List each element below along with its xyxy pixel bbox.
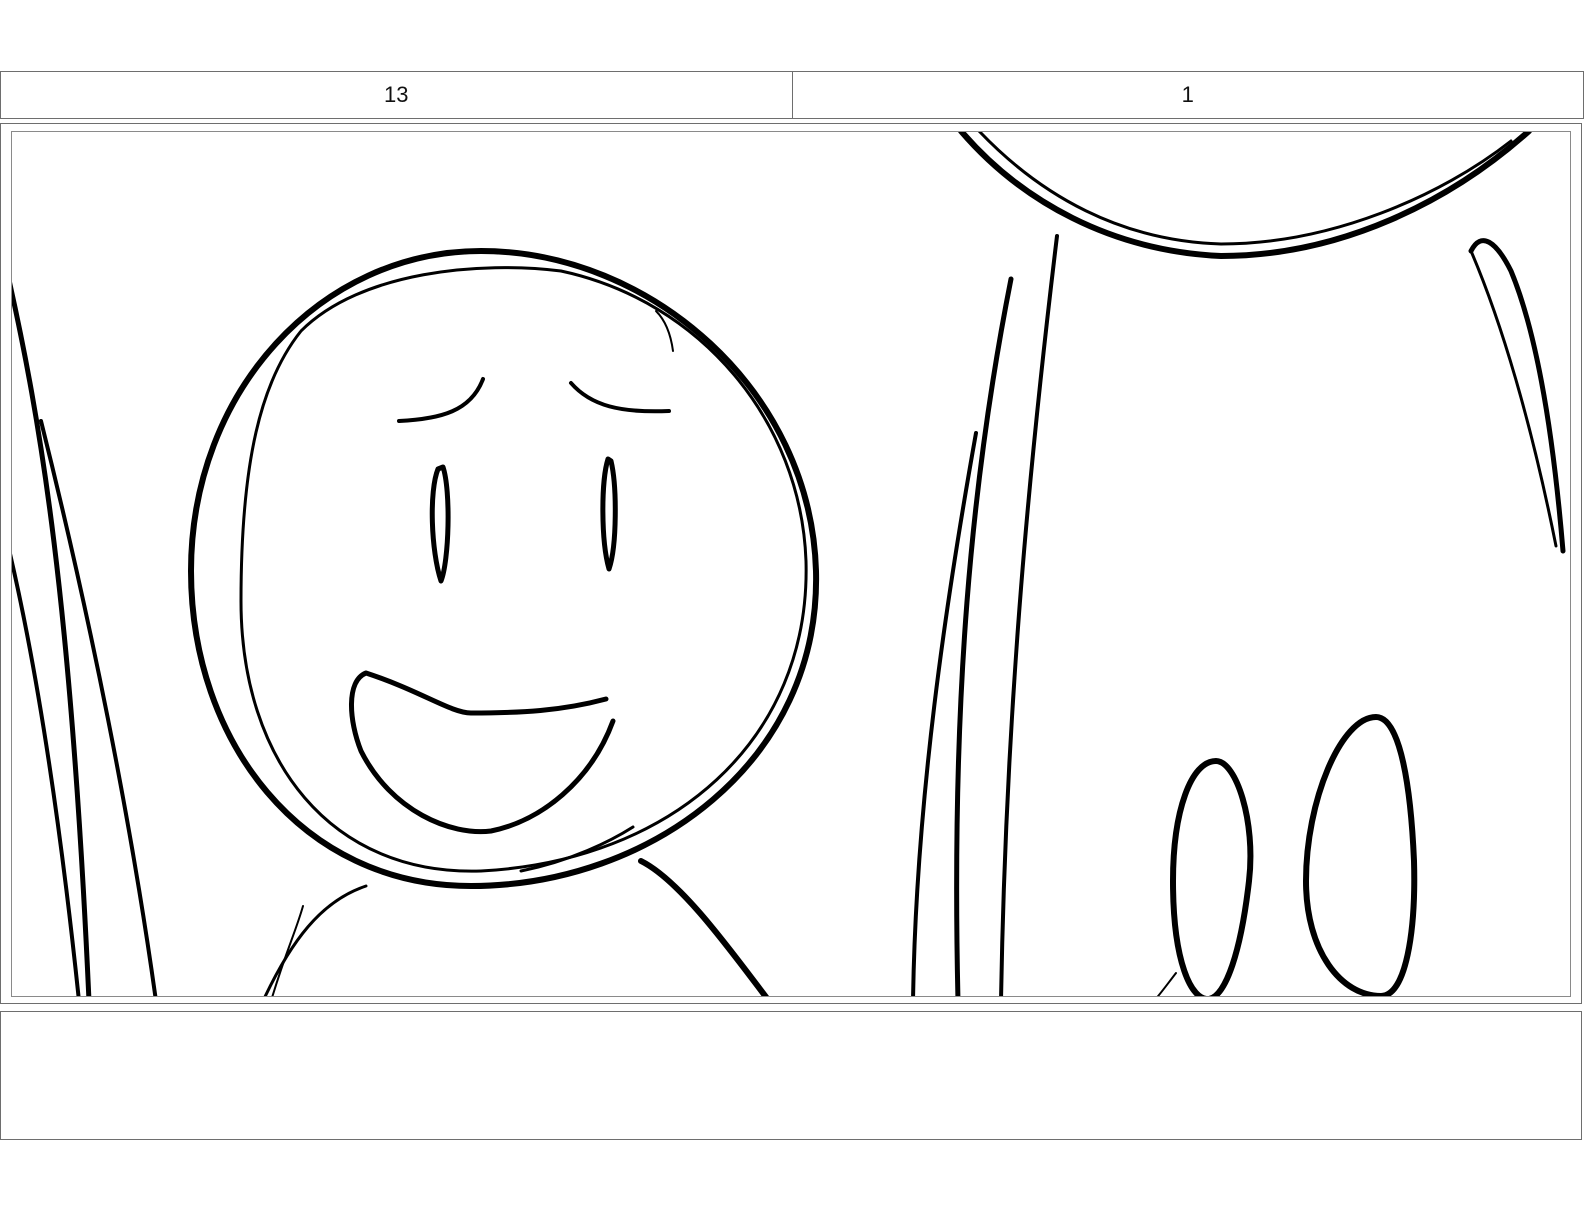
left-edge-line-outer [12, 281, 92, 996]
eyebrow-right [569, 381, 671, 414]
eye-left [429, 464, 451, 584]
right-figure-line-3 [999, 234, 1059, 996]
right-figure-eye-left [1170, 758, 1254, 996]
right-figure-line-1 [911, 431, 978, 996]
shoulder-left-tick [271, 905, 304, 996]
right-figure-head-arc-inner [977, 132, 1513, 246]
sketch-drawing [12, 132, 1566, 996]
panel-number: 1 [1181, 82, 1194, 107]
eye-right [600, 456, 618, 572]
storyboard-header: 13 1 [0, 71, 1584, 119]
right-figure-stroke-small [1156, 972, 1177, 996]
right-figure-head-arc [958, 132, 1532, 259]
storyboard-panel [11, 131, 1571, 997]
right-figure-eye-right [1303, 714, 1418, 996]
left-edge-line-far [39, 419, 158, 996]
scene-number: 13 [1, 72, 793, 118]
left-edge-line-inner [12, 553, 81, 996]
shoulder-right [638, 858, 769, 996]
eyebrow-left [397, 377, 485, 423]
mouth [349, 670, 616, 835]
head-outline [188, 248, 820, 889]
notes-box[interactable] [0, 1011, 1582, 1140]
